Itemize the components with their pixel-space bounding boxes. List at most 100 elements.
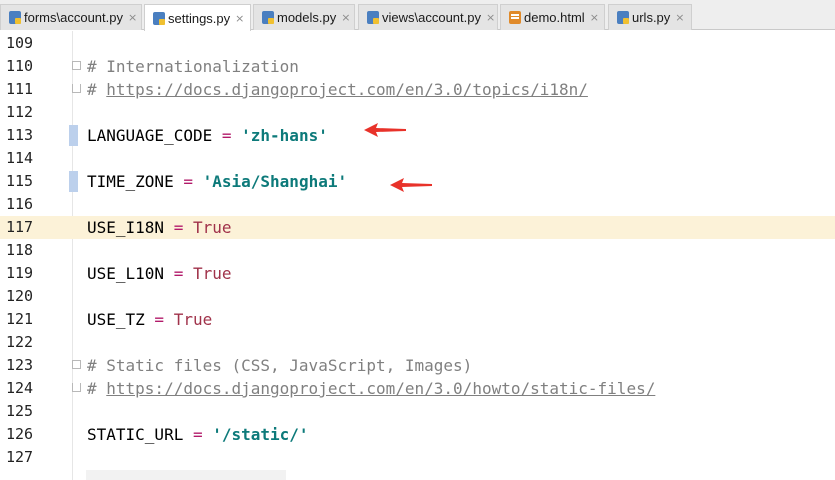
identifier: STATIC_URL <box>87 425 184 444</box>
line-number: 124 <box>6 379 34 397</box>
python-file-icon <box>9 11 21 24</box>
line-number: 114 <box>6 149 34 167</box>
close-icon[interactable]: × <box>235 12 244 25</box>
code-text: LANGUAGE_CODE = 'zh-hans' <box>87 126 328 145</box>
line-number: 116 <box>6 195 34 213</box>
operator: = <box>144 310 174 329</box>
line-number: 111 <box>6 80 34 98</box>
comment: # Static files (CSS, JavaScript, Images) <box>87 356 473 375</box>
line-number: 121 <box>6 310 34 328</box>
line-number: 125 <box>6 402 34 420</box>
change-marker[interactable] <box>69 171 78 192</box>
close-icon[interactable]: × <box>675 11 684 24</box>
fold-end-icon[interactable] <box>72 84 81 93</box>
change-marker[interactable] <box>69 125 78 146</box>
code-line[interactable]: 113 LANGUAGE_CODE = 'zh-hans' <box>0 124 835 147</box>
code-line[interactable]: 109 <box>0 32 835 55</box>
line-number: 123 <box>6 356 34 374</box>
close-icon[interactable]: × <box>590 11 599 24</box>
keyword: True <box>192 264 232 283</box>
code-line[interactable]: 111 # https://docs.djangoproject.com/en/… <box>0 78 835 101</box>
python-file-icon <box>617 11 629 24</box>
tab-label: urls.py <box>632 10 671 25</box>
string-literal: 'Asia/Shanghai' <box>202 172 348 191</box>
operator: = <box>183 425 213 444</box>
close-icon[interactable]: × <box>128 11 137 24</box>
code-line[interactable]: 118 <box>0 239 835 262</box>
python-file-icon <box>367 11 379 24</box>
python-file-icon <box>153 11 165 25</box>
operator: = <box>164 218 193 237</box>
code-text: USE_TZ = True <box>87 310 212 329</box>
operator: = <box>164 264 193 283</box>
identifier: USE_TZ <box>87 310 145 329</box>
line-number: 119 <box>6 264 34 282</box>
code-line[interactable]: 114 <box>0 147 835 170</box>
code-line[interactable]: 110 # Internationalization <box>0 55 835 78</box>
code-text: TIME_ZONE = 'Asia/Shanghai' <box>87 172 347 191</box>
line-number: 109 <box>6 34 34 52</box>
code-line[interactable]: 124 # https://docs.djangoproject.com/en/… <box>0 377 835 400</box>
current-code-line[interactable]: 117 USE_I18N = True <box>0 216 835 239</box>
line-number: 122 <box>6 333 34 351</box>
line-number: 118 <box>6 241 34 259</box>
line-number: 115 <box>6 172 34 190</box>
operator: = <box>212 126 242 145</box>
annotation-arrow-icon <box>390 178 432 192</box>
fold-toggle-icon[interactable] <box>72 61 81 70</box>
code-line[interactable]: 121 USE_TZ = True <box>0 308 835 331</box>
comment: # Internationalization <box>87 57 299 76</box>
tab-label: demo.html <box>524 10 585 25</box>
code-line[interactable]: 125 <box>0 400 835 423</box>
close-icon[interactable]: × <box>486 11 495 24</box>
fold-toggle-icon[interactable] <box>72 360 81 369</box>
line-number: 120 <box>6 287 34 305</box>
code-line[interactable]: 127 <box>0 446 835 469</box>
comment-prefix: # <box>87 80 107 99</box>
line-number: 110 <box>6 57 34 75</box>
code-line[interactable]: 119 USE_L10N = True <box>0 262 835 285</box>
code-line[interactable]: 123 # Static files (CSS, JavaScript, Ima… <box>0 354 835 377</box>
code-text: STATIC_URL = '/static/' <box>87 425 309 444</box>
tab-label: forms\account.py <box>24 10 123 25</box>
code-line[interactable]: 120 <box>0 285 835 308</box>
tab-label: views\account.py <box>382 10 481 25</box>
code-line[interactable]: 116 <box>0 193 835 216</box>
tab-label: settings.py <box>168 10 231 26</box>
tab-demo-html[interactable]: demo.html × <box>500 4 605 30</box>
code-line[interactable]: 122 <box>0 331 835 354</box>
line-number: 113 <box>6 126 34 144</box>
tab-models[interactable]: models.py × <box>253 4 355 30</box>
code-text: # https://docs.djangoproject.com/en/3.0/… <box>87 80 588 99</box>
line-number: 127 <box>6 448 34 466</box>
editor-tab-bar: forms\account.py × settings.py × models.… <box>0 0 835 31</box>
line-number: 117 <box>6 218 34 236</box>
tab-views-account[interactable]: views\account.py × <box>358 4 498 30</box>
line-number: 112 <box>6 103 34 121</box>
python-file-icon <box>262 11 274 24</box>
documentation-link[interactable]: https://docs.djangoproject.com/en/3.0/ho… <box>106 379 655 398</box>
tab-settings[interactable]: settings.py × <box>144 4 251 31</box>
identifier: LANGUAGE_CODE <box>87 126 213 145</box>
next-line-partial <box>86 470 286 480</box>
documentation-link[interactable]: https://docs.djangoproject.com/en/3.0/to… <box>106 80 588 99</box>
operator: = <box>173 172 203 191</box>
html-file-icon <box>509 11 521 24</box>
tab-forms-account[interactable]: forms\account.py × <box>0 4 142 30</box>
code-text: # https://docs.djangoproject.com/en/3.0/… <box>87 379 655 398</box>
close-icon[interactable]: × <box>341 11 350 24</box>
tab-urls[interactable]: urls.py × <box>608 4 692 30</box>
identifier: USE_L10N <box>87 264 165 283</box>
string-literal: '/static/' <box>212 425 309 444</box>
fold-end-icon[interactable] <box>72 383 81 392</box>
tab-label: models.py <box>277 10 337 25</box>
code-text: USE_L10N = True <box>87 264 232 283</box>
code-line[interactable]: 126 STATIC_URL = '/static/' <box>0 423 835 446</box>
line-number: 126 <box>6 425 34 443</box>
keyword: True <box>173 310 213 329</box>
code-line[interactable]: 112 <box>0 101 835 124</box>
identifier: TIME_ZONE <box>87 172 174 191</box>
code-text: USE_I18N = True <box>87 218 232 237</box>
identifier: USE_I18N <box>87 218 165 237</box>
comment-prefix: # <box>87 379 107 398</box>
